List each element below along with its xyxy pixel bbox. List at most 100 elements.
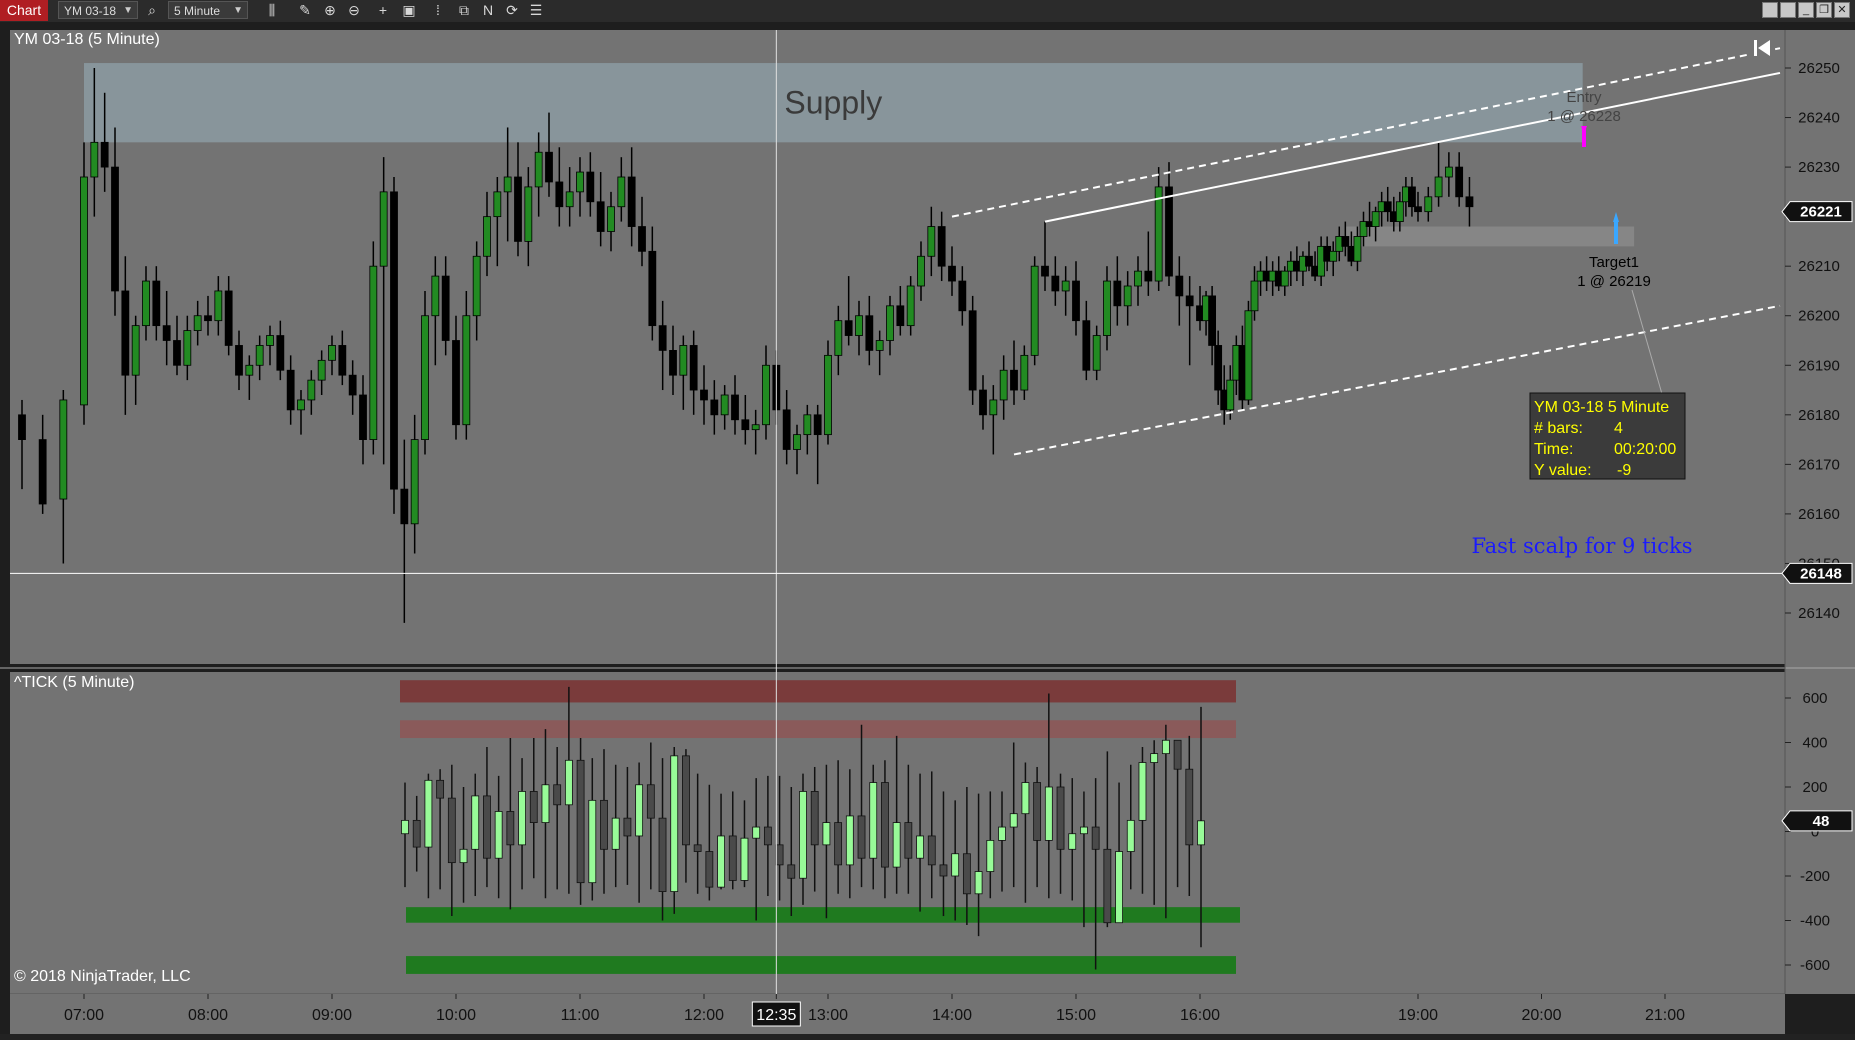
price-candle[interactable] <box>493 191 502 218</box>
tick-candle[interactable] <box>705 851 714 888</box>
tick-candle[interactable] <box>1126 819 1135 852</box>
price-candle[interactable] <box>555 181 564 208</box>
price-candle[interactable] <box>1329 250 1338 262</box>
price-candle[interactable] <box>813 414 822 436</box>
tick-candle[interactable] <box>763 826 772 846</box>
price-candle[interactable] <box>1353 236 1362 262</box>
price-candle[interactable] <box>689 345 698 391</box>
tick-candle[interactable] <box>787 864 796 879</box>
price-candle[interactable] <box>421 315 429 440</box>
price-candle[interactable] <box>1414 206 1422 213</box>
tick-candle[interactable] <box>834 822 843 866</box>
price-candle[interactable] <box>534 151 543 188</box>
tick-candle[interactable] <box>576 759 585 884</box>
price-candle[interactable] <box>1280 270 1289 287</box>
data-box-icon[interactable]: ▣ <box>399 0 419 21</box>
price-candle[interactable] <box>472 255 481 317</box>
price-candle[interactable] <box>1165 186 1173 277</box>
price-candle[interactable] <box>276 335 285 371</box>
tick-candle[interactable] <box>845 815 854 866</box>
tick-candle[interactable] <box>1080 826 1088 835</box>
price-candle[interactable] <box>958 280 967 312</box>
price-candle[interactable] <box>359 394 367 440</box>
price-candle[interactable] <box>503 176 512 193</box>
price-candle[interactable] <box>658 325 667 351</box>
tick-candle[interactable] <box>1068 833 1077 850</box>
tick-candle[interactable] <box>670 755 679 892</box>
price-candle[interactable] <box>452 340 460 426</box>
tick-candle[interactable] <box>611 817 620 850</box>
price-candle[interactable] <box>245 364 254 376</box>
price-candle[interactable] <box>927 226 936 257</box>
tick-candle[interactable] <box>1197 820 1205 846</box>
tick-candle[interactable] <box>962 853 971 895</box>
tick-candle[interactable] <box>494 811 503 859</box>
price-candle[interactable] <box>142 280 150 327</box>
price-candle[interactable] <box>1408 186 1416 208</box>
tick-candle[interactable] <box>682 755 690 846</box>
price-candle[interactable] <box>1061 280 1070 292</box>
refresh-icon[interactable]: ⟳ <box>502 0 522 21</box>
tick-candle[interactable] <box>658 817 667 892</box>
price-candle[interactable] <box>193 315 202 331</box>
price-candle[interactable] <box>235 345 243 376</box>
price-candle[interactable] <box>917 255 925 287</box>
price-candle[interactable] <box>669 350 677 376</box>
price-candle[interactable] <box>204 315 212 322</box>
tick-candle[interactable] <box>881 782 889 868</box>
price-candle[interactable] <box>121 290 130 376</box>
price-candle[interactable] <box>1250 280 1259 312</box>
tick-candle[interactable] <box>986 840 995 872</box>
tick-candle[interactable] <box>892 822 901 868</box>
chart-trader-icon[interactable]: N <box>478 0 498 21</box>
price-candle[interactable] <box>1113 280 1122 307</box>
price-candle[interactable] <box>152 280 161 327</box>
price-candle[interactable] <box>1123 285 1132 307</box>
tick-candle[interactable] <box>518 791 526 846</box>
price-candle[interactable] <box>979 389 987 416</box>
interval-select[interactable]: 5 Minute ▼ <box>168 1 248 19</box>
price-candle[interactable] <box>1134 270 1142 287</box>
tick-candle[interactable] <box>459 848 468 864</box>
price-candle[interactable] <box>286 369 295 411</box>
price-candle[interactable] <box>1455 166 1464 198</box>
price-candle[interactable] <box>1434 176 1443 198</box>
tick-candle[interactable] <box>529 791 538 824</box>
price-candle[interactable] <box>1144 270 1153 282</box>
tick-candle[interactable] <box>424 779 433 848</box>
price-candle[interactable] <box>441 275 450 341</box>
price-candle[interactable] <box>1395 201 1404 222</box>
tick-candle[interactable] <box>506 811 515 846</box>
price-candle[interactable] <box>1154 186 1163 282</box>
tick-candle[interactable] <box>1021 782 1030 815</box>
price-candle[interactable] <box>80 176 88 406</box>
price-candle[interactable] <box>545 151 553 183</box>
price-candle[interactable] <box>762 364 770 426</box>
minimize-button[interactable]: _ <box>1798 2 1814 18</box>
tick-candle[interactable] <box>799 791 807 879</box>
price-candle[interactable] <box>524 186 533 242</box>
price-candle[interactable] <box>875 340 884 351</box>
search-icon[interactable]: ⌕ <box>142 0 162 21</box>
price-candle[interactable] <box>1305 255 1313 267</box>
restore-button[interactable]: ❐ <box>1816 2 1832 18</box>
price-candle[interactable] <box>18 414 26 440</box>
price-candle[interactable] <box>948 265 956 282</box>
tick-candle[interactable] <box>436 779 445 799</box>
tick-candle[interactable] <box>1138 762 1147 821</box>
tick-candle[interactable] <box>1009 813 1018 828</box>
tick-candle[interactable] <box>588 799 597 884</box>
tick-candle[interactable] <box>600 799 608 850</box>
tick-candle[interactable] <box>1033 782 1042 841</box>
zoom-in-icon[interactable]: ⊕ <box>320 0 340 21</box>
indicators-icon[interactable]: ⁞ <box>428 0 448 21</box>
price-candle[interactable] <box>1341 236 1350 247</box>
tick-candle[interactable] <box>623 817 632 837</box>
price-candle[interactable] <box>431 275 440 317</box>
price-candle[interactable] <box>369 265 378 440</box>
tick-candle[interactable] <box>1150 753 1159 763</box>
price-candle[interactable] <box>782 409 791 450</box>
price-candle[interactable] <box>1444 166 1453 178</box>
tick-candle[interactable] <box>822 822 831 846</box>
price-candle[interactable] <box>90 141 99 178</box>
